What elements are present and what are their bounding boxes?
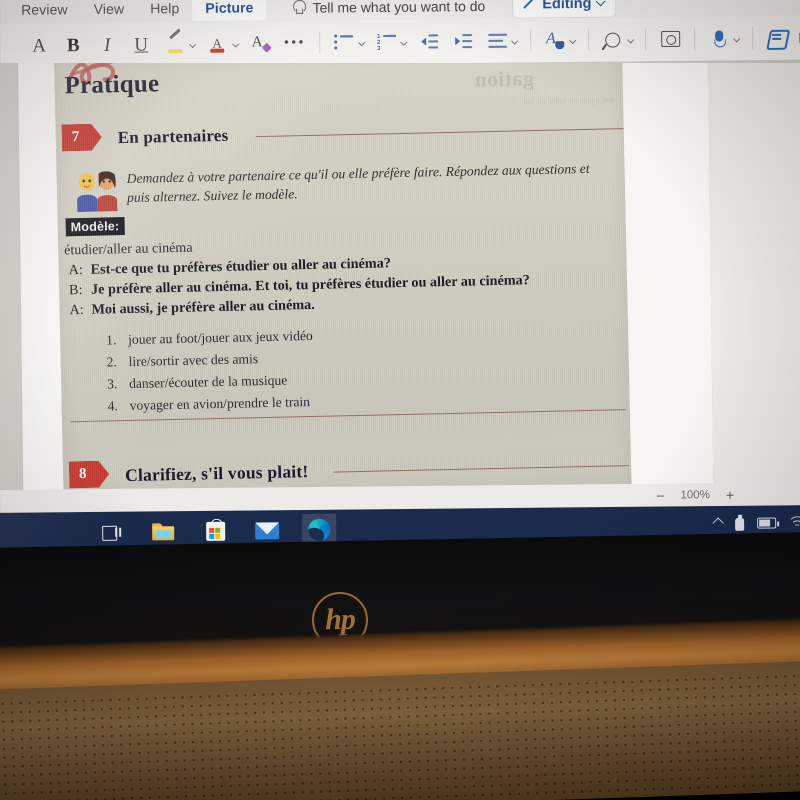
list-item-text: voyager en avion/prendre le train (129, 394, 311, 414)
show-hidden-icons-icon[interactable] (712, 517, 724, 529)
underline-icon[interactable]: U (124, 27, 158, 61)
monitor-screen: Review View Help Picture Tell me what yo… (0, 0, 800, 560)
list-item: 1. jouer au foot/jouer aux jeux vidéo (106, 325, 313, 352)
zoom-level-label[interactable]: 100% (680, 489, 710, 501)
section-number-badge-7: 7 (61, 124, 102, 152)
section-title-8: Clarifiez, s'il vous plait! (124, 461, 309, 486)
page-title: Pratique (64, 70, 160, 100)
document-canvas[interactable]: gation que a pris un boire un lait Prati… (0, 63, 800, 503)
toolbar-divider-3 (587, 28, 589, 51)
camera-icon[interactable] (653, 22, 687, 56)
section-number-badge-8: 8 (69, 460, 110, 488)
decrease-indent-icon[interactable] (412, 24, 446, 58)
editing-label: Editing (542, 0, 592, 13)
section-rule-8 (333, 465, 630, 473)
ghost-text-gation: gation (474, 66, 534, 92)
find-icon[interactable] (596, 22, 630, 56)
usb-device-icon[interactable] (734, 515, 745, 531)
toolbar-divider-5 (694, 27, 696, 50)
italic-icon[interactable]: I (90, 28, 124, 62)
dialogue-speaker-1: A: (68, 261, 84, 279)
increase-indent-icon[interactable] (446, 24, 480, 58)
tab-picture[interactable]: Picture (192, 0, 267, 21)
bold-icon[interactable]: B (56, 28, 90, 62)
dialogue-line-3: A: Moi aussi, je préfère aller au cinéma. (69, 297, 315, 319)
toolbar-divider-2 (529, 29, 532, 52)
list-item-text: jouer au foot/jouer aux jeux vidéo (128, 327, 313, 348)
zoom-in-button[interactable]: + (726, 487, 734, 503)
battery-icon[interactable] (757, 516, 777, 529)
toolbar-divider-4 (645, 28, 647, 51)
tab-help[interactable]: Help (137, 0, 192, 22)
list-item-number: 1. (106, 332, 117, 348)
scanned-textbook-image[interactable]: gation que a pris un boire un lait Prati… (54, 63, 632, 499)
section-rule-7 (255, 128, 624, 138)
microsoft-store-icon[interactable] (198, 515, 232, 547)
pencil-icon (522, 0, 536, 12)
section-title-7: En partenaires (117, 125, 229, 148)
numbering-chevron-down-icon[interactable] (400, 38, 408, 46)
modele-prompt: étudier/aller au cinéma (64, 240, 193, 259)
dictate-chevron-down-icon[interactable] (733, 34, 741, 42)
editing-mode-button[interactable]: Editing (513, 0, 616, 18)
bullets-icon[interactable] (327, 25, 361, 59)
dialogue-speaker-3: A: (69, 301, 84, 319)
list-item-number: 4. (107, 398, 118, 414)
text-effects-icon[interactable]: A (244, 26, 278, 60)
task-view-icon[interactable] (94, 516, 128, 548)
font-size-icon[interactable]: A (22, 28, 56, 62)
tell-me-label: Tell me what you want to do (312, 0, 486, 16)
styles-icon[interactable]: A (538, 23, 572, 57)
tell-me-box[interactable]: Tell me what you want to do (292, 0, 485, 15)
numbering-icon[interactable]: 123 (369, 25, 403, 59)
document-page: gation que a pris un boire un lait Prati… (18, 63, 800, 503)
toolbar-divider-6 (752, 27, 754, 50)
dialogue-text-1: Est-ce que tu préfères étudier ou aller … (90, 255, 392, 278)
highlight-icon[interactable] (158, 27, 192, 61)
screenshot-root: Review View Help Picture Tell me what yo… (0, 0, 800, 800)
editor-icon[interactable] (760, 21, 794, 55)
toolbar-divider (318, 31, 320, 54)
tab-review[interactable]: Review (8, 0, 81, 23)
tab-view[interactable]: View (81, 0, 138, 22)
section-instruction-7: Demandez à votre partenaire ce qu'il ou … (126, 160, 590, 206)
dictate-icon[interactable] (702, 21, 736, 55)
page-edge (707, 63, 800, 501)
two-people-illustration-icon (77, 171, 118, 213)
list-item-text: lire/sortir avec des amis (128, 351, 259, 370)
zoom-controls: − 100% + (656, 487, 734, 504)
highlight-chevron-down-icon[interactable] (189, 40, 197, 48)
more-options-icon[interactable]: ••• (278, 26, 312, 60)
lightbulb-icon (292, 0, 305, 15)
chevron-down-icon (595, 0, 606, 6)
font-color-icon[interactable]: A (201, 27, 235, 61)
zoom-out-button[interactable]: − (656, 488, 664, 504)
dialogue-speaker-2: B: (68, 281, 83, 299)
dialogue-text-3: Moi aussi, je préfère aller au cinéma. (91, 296, 315, 318)
list-item: 4. voyager en avion/prendre le train (107, 391, 314, 418)
exercise-item-list: 1. jouer au foot/jouer aux jeux vidéo 2. l… (106, 325, 314, 418)
list-item-number: 3. (106, 376, 118, 392)
ghost-text-line: que a pris un boire un lait (522, 94, 616, 107)
align-chevron-down-icon[interactable] (511, 37, 519, 45)
list-item-text: danser/écouter de la musique (128, 372, 288, 392)
modele-label: Modèle: (65, 217, 125, 237)
list-item-number: 2. (106, 354, 118, 370)
file-explorer-icon[interactable] (146, 515, 180, 547)
align-icon[interactable] (480, 24, 514, 58)
wifi-icon[interactable] (788, 515, 800, 535)
ribbon-command-row: A B I U A A ••• 123 A (0, 15, 800, 68)
system-tray (712, 514, 800, 535)
